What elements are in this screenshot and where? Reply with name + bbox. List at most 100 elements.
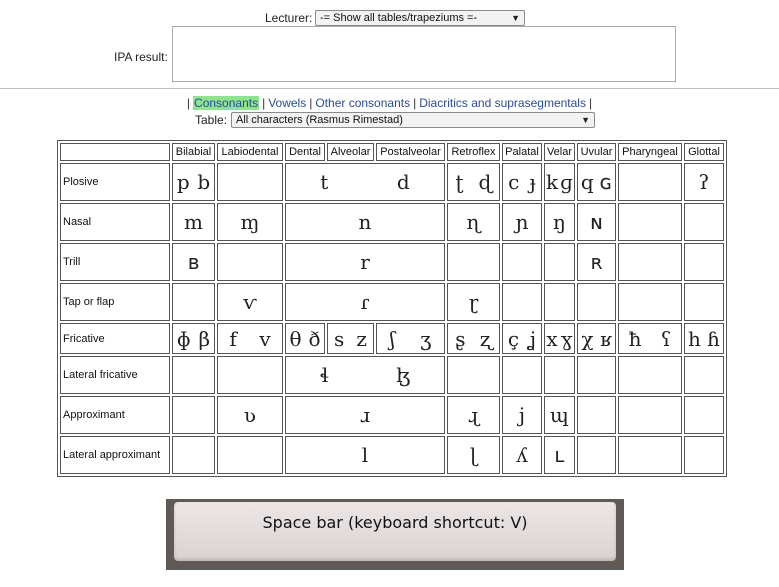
ipa-symbol[interactable]: ʃ (390, 329, 395, 349)
bilabial-cell: pb (172, 163, 215, 201)
ipa-symbol[interactable]: ɸ (177, 329, 191, 349)
glottal-cell (684, 243, 724, 281)
ipa-symbol[interactable]: β (199, 329, 211, 349)
lecturer-select[interactable]: -= Show all tables/trapeziums =- ▼ (315, 10, 525, 26)
ipa-symbol[interactable]: ʝ (529, 329, 536, 349)
ipa-symbol[interactable]: ħ (629, 329, 642, 349)
velar-cell (544, 243, 575, 281)
ipa-symbol[interactable]: ⱱ (243, 292, 256, 312)
symbol-group: xɣ (545, 329, 574, 349)
ipa-symbol[interactable]: l (362, 445, 368, 465)
ipa-symbol[interactable]: ʁ (600, 329, 612, 349)
ipa-symbol[interactable]: p (177, 172, 190, 192)
glottal-cell: hɦ (684, 323, 724, 354)
table-select[interactable]: All characters (Rasmus Rimestad) ▼ (231, 112, 595, 128)
retroflex-cell: ɽ (447, 283, 500, 321)
glottal-cell (684, 436, 724, 474)
table-row: Tap or flap ⱱ ɾ ɽ (60, 283, 724, 321)
header-corner (60, 143, 170, 161)
palatal-cell: çʝ (502, 323, 542, 354)
ipa-symbol[interactable]: ɡ (560, 172, 573, 192)
ipa-symbol[interactable]: m (184, 212, 203, 232)
ipa-symbol[interactable]: ɽ (469, 292, 479, 312)
velar-cell: ŋ (544, 203, 575, 241)
ipa-symbol[interactable]: ð (308, 329, 320, 349)
ipa-symbol[interactable]: b (197, 172, 210, 192)
bilabial-cell: ɸβ (172, 323, 215, 354)
ipa-symbol[interactable]: ɬ (320, 365, 329, 385)
velar-cell: xɣ (544, 323, 575, 354)
ipa-symbol[interactable]: ɻ (468, 405, 479, 425)
space-bar-button[interactable]: Space bar (keyboard shortcut: V) (166, 499, 624, 570)
symbol-group: ʟ (545, 445, 574, 465)
table-row: Approximant ʋ ɹ ɻ j ɰ (60, 396, 724, 434)
ipa-symbol[interactable]: ç (508, 329, 519, 349)
ipa-symbol[interactable]: ɦ (707, 329, 720, 349)
ipa-symbol[interactable]: χ (581, 329, 593, 349)
ipa-symbol[interactable]: ʕ (661, 329, 672, 349)
ipa-symbol[interactable]: ɹ (360, 405, 370, 425)
ipa-symbol[interactable]: ʎ (516, 445, 527, 465)
ipa-symbol[interactable]: ʀ (590, 252, 602, 272)
tab-other-consonants[interactable]: Other consonants (315, 96, 410, 110)
ipa-symbol[interactable]: c (508, 172, 519, 192)
ipa-symbol[interactable]: ɱ (241, 212, 260, 232)
ipa-symbol[interactable]: θ (289, 329, 301, 349)
ipa-symbol[interactable]: ɭ (470, 445, 477, 465)
ipa-symbol[interactable]: ɖ (479, 172, 492, 192)
ipa-symbol[interactable]: d (397, 172, 410, 192)
ipa-symbol[interactable]: ŋ (553, 212, 566, 232)
ipa-symbol[interactable]: ɾ (360, 292, 369, 312)
ipa-symbol[interactable]: ʔ (699, 172, 710, 192)
table-select-row: Table: All characters (Rasmus Rimestad) … (0, 111, 779, 129)
ipa-symbol[interactable]: ʋ (244, 405, 256, 425)
symbol-group: ʙ (173, 252, 214, 272)
symbol-group: ɰ (545, 405, 574, 425)
bilabial-cell (172, 356, 215, 394)
uvular-cell: ʀ (577, 243, 616, 281)
ipa-symbol[interactable]: ɴ (590, 212, 603, 232)
tab-consonants[interactable]: Consonants (193, 96, 260, 110)
ipa-symbol[interactable]: ɳ (467, 212, 481, 232)
ipa-symbol[interactable]: ʐ (480, 329, 492, 349)
velar-cell: ʟ (544, 436, 575, 474)
ipa-symbol[interactable]: h (688, 329, 701, 349)
tab-diacritics[interactable]: Diacritics and suprasegmentals (419, 96, 586, 110)
ipa-symbol[interactable]: ɲ (516, 212, 529, 232)
ipa-symbol[interactable]: k (546, 172, 558, 192)
ipa-symbol[interactable]: ɟ (530, 172, 536, 192)
ipa-symbol[interactable]: ʙ (188, 252, 200, 272)
ipa-symbol[interactable]: r (360, 252, 370, 272)
ipa-symbol[interactable]: z (356, 329, 367, 349)
ipa-symbol[interactable]: ʒ (420, 329, 431, 349)
ipa-symbol[interactable]: j (519, 405, 525, 425)
ipa-symbol[interactable]: ʈ (456, 172, 464, 192)
ipa-symbol[interactable]: ɮ (396, 365, 410, 385)
row-label: Lateral approximant (60, 436, 170, 474)
ipa-symbol[interactable]: q (581, 172, 594, 192)
ipa-symbol[interactable]: ʂ (455, 329, 465, 349)
symbol-group: sz (328, 329, 373, 349)
ipa-result-textarea[interactable] (172, 26, 676, 82)
glottal-cell: ʔ (684, 163, 724, 201)
ipa-symbol[interactable]: x (546, 329, 557, 349)
ipa-symbol[interactable]: t (320, 172, 328, 192)
ipa-symbol[interactable]: ʟ (554, 445, 564, 465)
lecturer-select-value: -= Show all tables/trapeziums =- (320, 12, 478, 24)
ipa-symbol[interactable]: ɢ (600, 172, 613, 192)
labiodental-cell: ⱱ (217, 283, 283, 321)
ipa-symbol[interactable]: ɣ (561, 329, 573, 349)
velar-cell (544, 283, 575, 321)
ipa-symbol[interactable]: n (359, 212, 372, 232)
col-header: Pharyngeal (618, 143, 682, 161)
ipa-symbol[interactable]: s (334, 329, 344, 349)
symbol-group: td (286, 172, 444, 192)
ipa-symbol[interactable]: ɰ (550, 405, 569, 425)
tab-vowels[interactable]: Vowels (268, 96, 306, 110)
lecturer-label: Lecturer: (265, 11, 313, 25)
ipa-symbol[interactable]: v (259, 329, 270, 349)
symbol-group: ʋ (218, 405, 282, 425)
pharyngeal-cell (618, 243, 682, 281)
glottal-cell (684, 396, 724, 434)
ipa-symbol[interactable]: f (229, 329, 236, 349)
